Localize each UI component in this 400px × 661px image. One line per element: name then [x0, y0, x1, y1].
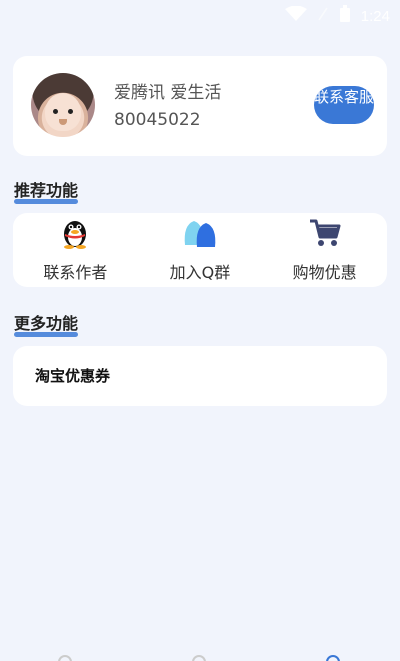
tab-profile-icon[interactable] [326, 655, 340, 661]
section-title-recommended: 推荐功能 [14, 177, 79, 204]
qq-penguin-icon [60, 217, 90, 253]
qq-group-icon [181, 217, 219, 253]
feature-join-group[interactable]: 加入Q群 [145, 213, 255, 287]
profile-id: 80045022 [114, 110, 201, 130]
signal-icon [317, 6, 329, 26]
tab-home-icon[interactable] [58, 655, 72, 661]
status-time: 1:24 [360, 7, 390, 25]
section-title-more: 更多功能 [14, 310, 79, 337]
profile-name: 爱腾讯 爱生活 [114, 83, 222, 103]
feature-label: 联系作者 [43, 263, 108, 282]
wifi-icon [284, 5, 307, 26]
feature-shopping-discount[interactable]: 购物优惠 [270, 213, 380, 287]
shopping-cart-icon [308, 217, 342, 253]
contact-support-button[interactable]: 联系客服 [314, 86, 374, 124]
list-item-taobao-coupon[interactable]: 淘宝优惠券 [35, 365, 110, 386]
feature-label: 加入Q群 [169, 263, 231, 282]
feature-grid: 联系作者 加入Q群 购物优惠 [13, 213, 387, 287]
tab-favorites-icon[interactable] [192, 655, 206, 661]
more-features-card: 淘宝优惠券 [13, 346, 387, 406]
avatar[interactable] [31, 73, 95, 137]
battery-icon [339, 5, 351, 27]
profile-card: 爱腾讯 爱生活 80045022 联系客服 [13, 56, 387, 156]
status-bar: 1:24 [0, 0, 400, 32]
feature-contact-author[interactable]: 联系作者 [20, 213, 130, 287]
bottom-tab-bar [0, 655, 400, 661]
feature-label: 购物优惠 [292, 263, 357, 282]
